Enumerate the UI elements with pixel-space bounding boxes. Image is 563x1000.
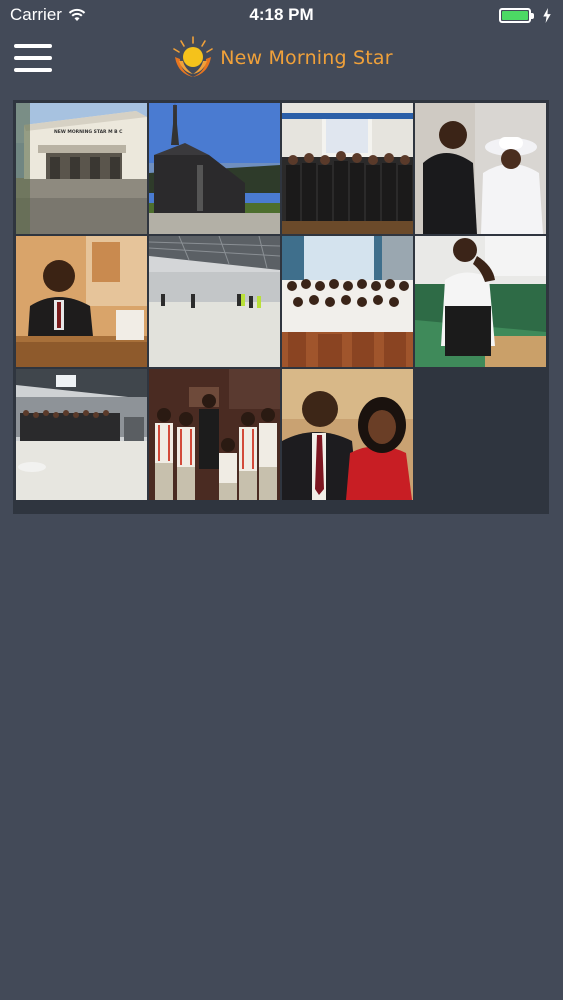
- app-title: New Morning Star: [220, 47, 393, 69]
- nav-bar: New Morning Star: [0, 30, 563, 86]
- hamburger-menu-icon-line: [14, 68, 52, 72]
- app-logo: New Morning Star: [170, 35, 393, 81]
- gym-activity-photo[interactable]: [149, 236, 280, 367]
- status-bar: Carrier 4:18 PM: [0, 0, 563, 30]
- men-in-suits-group-photo[interactable]: [282, 103, 413, 234]
- woman-praising-photo[interactable]: [415, 236, 546, 367]
- photo-gallery: NEW MORNING STAR M B C: [13, 100, 549, 514]
- church-building-photo[interactable]: NEW MORNING STAR M B C: [16, 103, 147, 234]
- hamburger-menu-icon-line: [14, 44, 52, 48]
- gym-audience-photo[interactable]: [16, 369, 147, 500]
- pastor-and-wife-photo[interactable]: [282, 369, 413, 500]
- youth-group-photo[interactable]: [149, 369, 280, 500]
- battery-fill: [502, 10, 528, 20]
- choir-in-white-photo[interactable]: [282, 236, 413, 367]
- chapel-exterior-photo[interactable]: [149, 103, 280, 234]
- pastor-preaching-photo[interactable]: [16, 236, 147, 367]
- hamburger-menu-icon-line: [14, 56, 52, 60]
- status-right: [499, 7, 553, 23]
- church-sign: NEW MORNING STAR M B C: [54, 129, 123, 135]
- charging-bolt-icon: [543, 7, 551, 23]
- sunrise-hands-logo-icon: [173, 36, 213, 77]
- menu-button[interactable]: [14, 42, 52, 74]
- status-left: Carrier: [10, 5, 86, 25]
- wifi-icon: [68, 8, 86, 21]
- couple-in-church-photo[interactable]: [415, 103, 546, 234]
- battery-icon: [499, 7, 534, 23]
- carrier-label: Carrier: [10, 5, 62, 24]
